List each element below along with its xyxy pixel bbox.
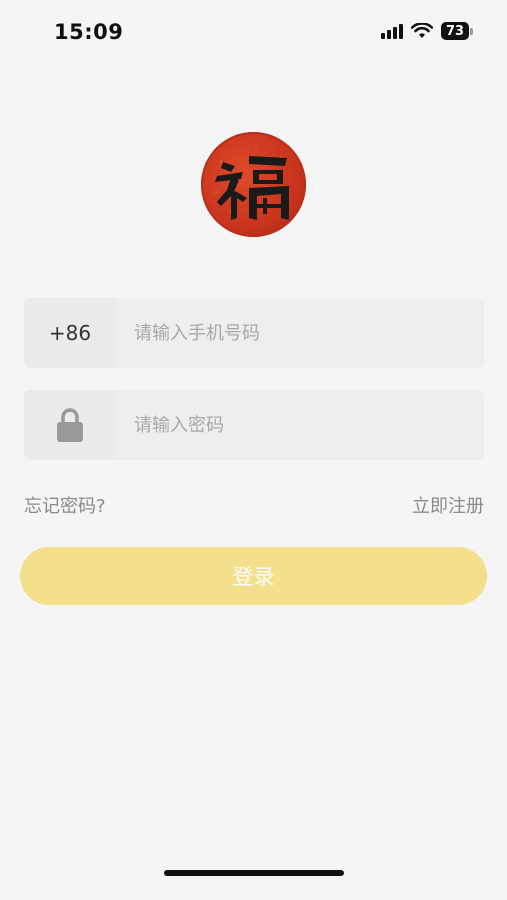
battery-icon: 73 bbox=[441, 22, 473, 40]
home-indicator bbox=[164, 870, 344, 876]
forgot-password-link[interactable]: 忘记密码? bbox=[24, 492, 106, 518]
register-link[interactable]: 立即注册 bbox=[412, 492, 484, 518]
signal-icon bbox=[381, 23, 403, 39]
password-field bbox=[24, 390, 484, 460]
password-prefix bbox=[24, 390, 116, 460]
login-button[interactable]: 登录 bbox=[20, 547, 487, 605]
lock-icon bbox=[57, 408, 83, 442]
country-code-selector[interactable]: +86 bbox=[24, 298, 116, 368]
battery-level: 73 bbox=[441, 22, 469, 40]
status-time: 15:09 bbox=[54, 20, 124, 44]
country-code: +86 bbox=[48, 321, 92, 345]
fu-logo-icon bbox=[201, 132, 306, 237]
status-bar: 15:09 73 bbox=[0, 0, 507, 64]
phone-field: +86 bbox=[24, 298, 484, 368]
status-icons: 73 bbox=[381, 22, 473, 40]
links-row: 忘记密码? 立即注册 bbox=[24, 492, 484, 518]
phone-input[interactable] bbox=[132, 321, 466, 345]
wifi-icon bbox=[411, 23, 433, 39]
password-input[interactable] bbox=[132, 413, 466, 437]
